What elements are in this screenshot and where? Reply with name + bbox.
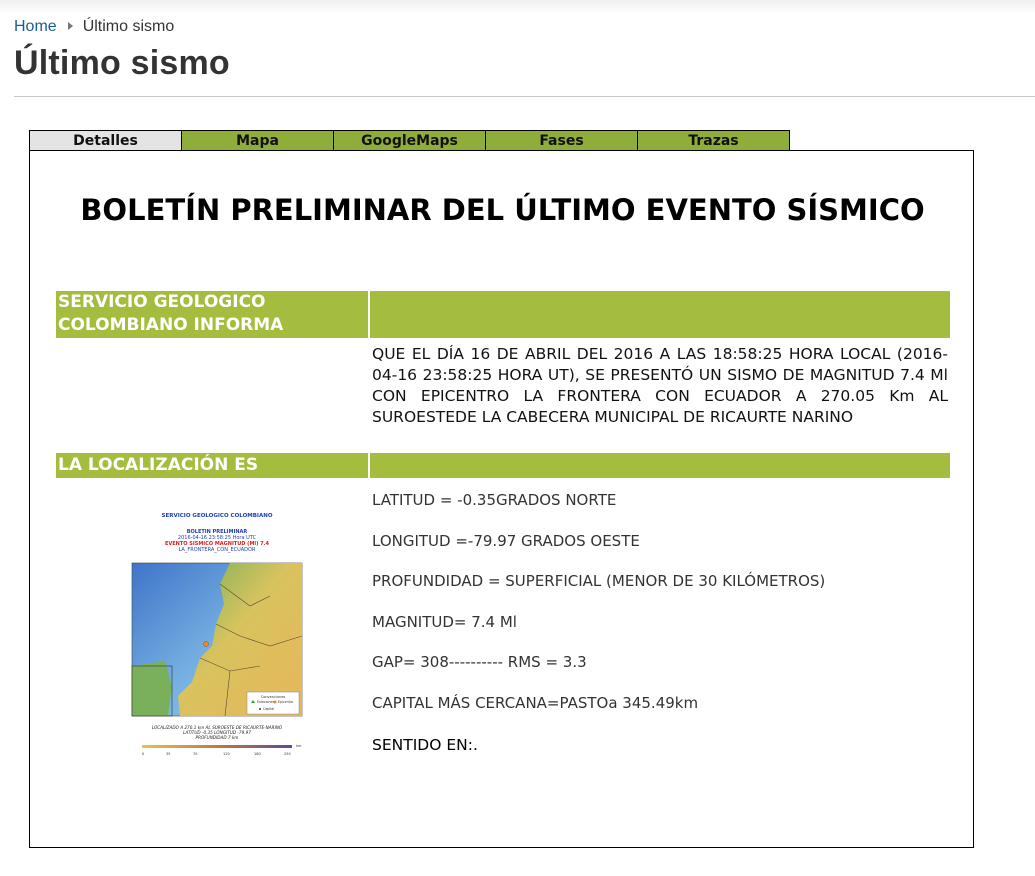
map-depth-scale (142, 745, 292, 748)
scale-label-1: 35 (166, 752, 170, 756)
scale-label-3: 120 (223, 752, 230, 756)
tab-bar: Detalles Mapa GoogleMaps Fases Trazas (29, 130, 790, 151)
gap-rms-text: GAP= 308---------- RMS = 3.3 (372, 653, 587, 671)
details-panel: BOLETÍN PRELIMINAR DEL ÚLTIMO EVENTO SÍS… (29, 150, 974, 848)
scale-unit: km (296, 744, 302, 748)
scale-label-0: 0 (142, 752, 144, 756)
tab-mapa[interactable]: Mapa (181, 130, 334, 151)
bulletin-title: BOLETÍN PRELIMINAR DEL ÚLTIMO EVENTO SÍS… (80, 193, 925, 227)
sentido-text: SENTIDO EN:. (372, 736, 478, 754)
section-header-informa: SERVICIO GEOLOGICO COLOMBIANO INFORMA (56, 291, 368, 338)
tab-fases[interactable]: Fases (485, 130, 638, 151)
breadcrumb-current: Último sismo (82, 18, 175, 35)
section-header-localizacion-right (370, 453, 950, 478)
bulletin-map-image[interactable]: SERVICIO GEOLOGICO COLOMBIANO BOLETIN PR… (120, 496, 315, 761)
tab-detalles[interactable]: Detalles (29, 130, 182, 151)
scale-label-5: 250 (284, 752, 291, 756)
section-header-line-2: COLOMBIANO INFORMA (58, 315, 284, 335)
tab-googlemaps[interactable]: GoogleMaps (333, 130, 486, 151)
map-legend-capital: Capital (263, 707, 274, 711)
map-legend-estaciones: Estaciones (257, 700, 274, 704)
map-footer-3: PROFUNDIDAD 7 km (196, 735, 239, 740)
section-header-informa-right (370, 291, 950, 338)
magnitud-text: MAGNITUD= 7.4 Ml (372, 613, 517, 631)
latitud-text: LATITUD = -0.35GRADOS NORTE (372, 491, 617, 509)
longitud-text: LONGITUD =-79.97 GRADOS OESTE (372, 532, 640, 550)
capital-icon (259, 708, 261, 710)
map-header-5: LA_FRONTERA_CON_ECUADOR (179, 547, 256, 553)
breadcrumb: Home Último sismo (14, 18, 174, 36)
page-title: Último sismo (14, 44, 230, 82)
tab-trazas[interactable]: Trazas (637, 130, 790, 151)
event-description: QUE EL DÍA 16 DE ABRIL DEL 2016 A LAS 18… (372, 345, 948, 426)
bulletin-map-svg: SERVICIO GEOLOGICO COLOMBIANO BOLETIN PR… (131, 513, 303, 756)
scale-label-4: 180 (254, 752, 261, 756)
map-legend-title: Convenciones (261, 695, 286, 699)
epicenter-legend-icon (273, 700, 277, 704)
capital-text: CAPITAL MÁS CERCANA=PASTOa 345.49km (372, 694, 699, 712)
breadcrumb-separator-icon (67, 22, 73, 30)
section-header-localizacion: LA LOCALIZACIÓN ES (56, 453, 368, 478)
top-bar (0, 0, 1035, 14)
breadcrumb-home-link[interactable]: Home (14, 18, 57, 35)
map-header-1: SERVICIO GEOLOGICO COLOMBIANO (162, 513, 273, 519)
section-header-line-1: SERVICIO GEOLOGICO (58, 292, 266, 312)
epicenter-icon (203, 641, 209, 647)
map-inset-land (132, 661, 172, 716)
profundidad-text: PROFUNDIDAD = SUPERFICIAL (MENOR DE 30 K… (372, 572, 826, 590)
title-divider (14, 96, 1035, 97)
scale-label-2: 70 (193, 752, 197, 756)
map-legend-epicentro: Epicentro (278, 700, 293, 704)
